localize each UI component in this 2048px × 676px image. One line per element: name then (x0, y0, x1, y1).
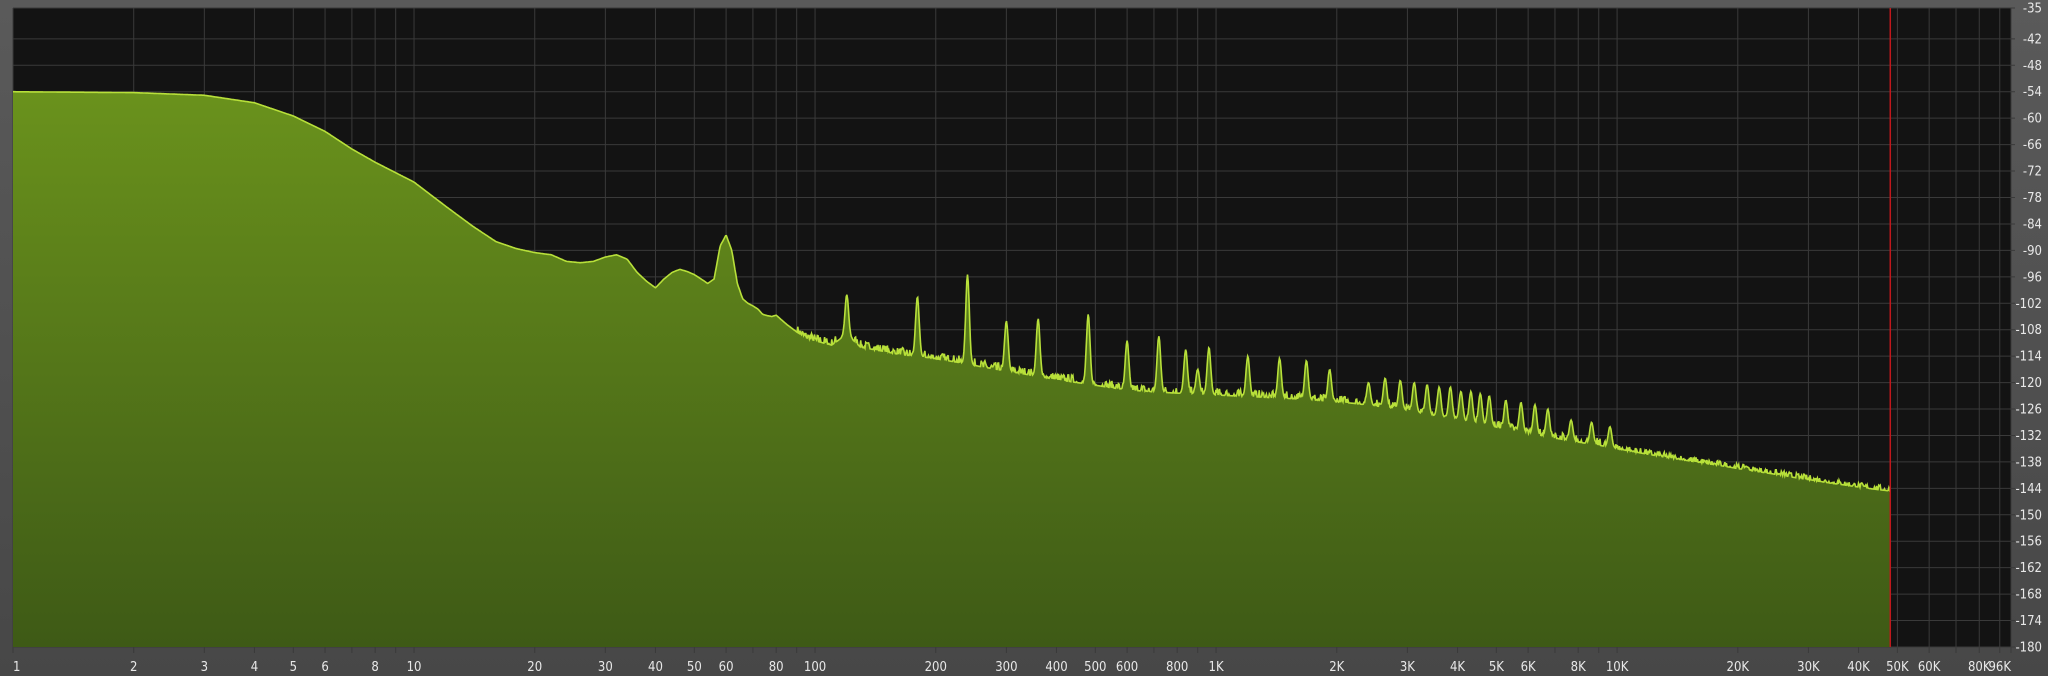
level-tick-label: -60 (2023, 112, 2042, 127)
frequency-tick-label: 4K (1450, 660, 1465, 675)
level-tick-label: -42 (2023, 32, 2042, 47)
frequency-tick-label: 800 (1166, 660, 1188, 675)
frequency-tick-label: 40K (1847, 660, 1870, 675)
frequency-tick-label: 1K (1209, 660, 1224, 675)
frequency-tick-label: 8 (371, 660, 378, 675)
level-axis-labels: -35 -42 -48 -54 -60 -66 -72 -78 -84 -90 -96 -102 -10… (2015, 2, 2042, 656)
level-tick-label: -84 (2023, 217, 2042, 232)
frequency-tick-label: 2 (130, 660, 137, 675)
frequency-tick-label: 6 (321, 660, 328, 675)
level-tick-label: -126 (2015, 403, 2042, 418)
frequency-tick-label: 80K (1968, 660, 1991, 675)
frequency-tick-label: 1 (13, 660, 20, 675)
spectrum-chart: 1 2 3 4 5 6 8 10 20 30 40 50 60 80 100 200 300 400 500 600 8… (12, 2, 2042, 675)
frequency-tick-label: 60K (1918, 660, 1941, 675)
level-tick-label: -78 (2023, 191, 2042, 206)
frequency-tick-label: 4 (251, 660, 258, 675)
level-tick-label: -144 (2015, 482, 2042, 497)
frequency-tick-label: 96K (1988, 660, 2011, 675)
level-tick-label: -180 (2015, 641, 2042, 656)
frequency-tick-label: 500 (1084, 660, 1106, 675)
level-tick-label: -156 (2015, 535, 2042, 550)
frequency-tick-label: 600 (1116, 660, 1138, 675)
level-tick-label: -54 (2023, 85, 2042, 100)
frequency-tick-label: 8K (1571, 660, 1586, 675)
frequency-tick-label: 20K (1727, 660, 1750, 675)
level-tick-label: -174 (2015, 614, 2042, 629)
level-tick-label: -132 (2015, 429, 2042, 444)
frequency-tick-label: 6K (1521, 660, 1536, 675)
level-tick-label: -168 (2015, 588, 2042, 603)
frequency-tick-label: 200 (925, 660, 947, 675)
frequency-tick-label: 30K (1797, 660, 1820, 675)
level-tick-label: -90 (2023, 244, 2042, 259)
level-tick-label: -35 (2023, 2, 2042, 17)
frequency-tick-label: 2K (1329, 660, 1344, 675)
frequency-tick-label: 50 (687, 660, 702, 675)
frequency-tick-label: 40 (648, 660, 663, 675)
frequency-tick-label: 5K (1489, 660, 1504, 675)
frequency-tick-label: 10 (407, 660, 422, 675)
level-tick-label: -162 (2015, 561, 2042, 576)
level-tick-label: -48 (2023, 59, 2042, 74)
level-tick-label: -108 (2015, 323, 2042, 338)
level-tick-label: -72 (2023, 165, 2042, 180)
level-tick-label: -150 (2015, 508, 2042, 523)
frequency-tick-label: 300 (995, 660, 1017, 675)
frequency-tick-label: 20 (527, 660, 542, 675)
frequency-tick-label: 50K (1886, 660, 1909, 675)
frequency-tick-label: 100 (804, 660, 826, 675)
frequency-tick-label: 60 (719, 660, 734, 675)
level-tick-label: -138 (2015, 455, 2042, 470)
level-tick-label: -120 (2015, 376, 2042, 391)
frequency-tick-label: 5 (290, 660, 297, 675)
level-tick-label: -102 (2015, 297, 2042, 312)
frequency-tick-label: 80 (769, 660, 784, 675)
frequency-tick-label: 3K (1400, 660, 1415, 675)
frequency-tick-label: 10K (1606, 660, 1629, 675)
level-tick-label: -114 (2015, 350, 2042, 365)
frequency-tick-label: 30 (598, 660, 613, 675)
frequency-tick-label: 3 (201, 660, 208, 675)
frequency-tick-label: 400 (1045, 660, 1067, 675)
frequency-axis-labels: 1 2 3 4 5 6 8 10 20 30 40 50 60 80 100 200 300 400 500 600 8… (13, 660, 2011, 675)
level-tick-label: -66 (2023, 138, 2042, 153)
level-tick-label: -96 (2023, 270, 2042, 285)
spectrum-analyzer-panel: 1 2 3 4 5 6 8 10 20 30 40 50 60 80 100 200 300 400 500 600 8… (0, 0, 2048, 676)
